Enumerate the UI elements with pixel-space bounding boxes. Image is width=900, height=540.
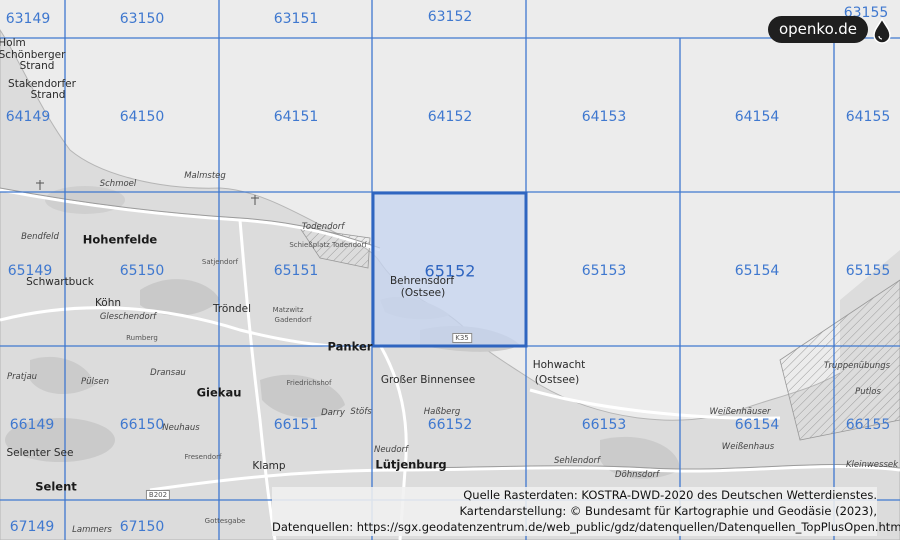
place-label-schiessplatz: Schießplatz Todendorf (289, 240, 367, 249)
place-label-lammers: Lammers (72, 525, 112, 536)
drop-icon (873, 17, 891, 44)
place-label-behrensdorf: Behrensdorf (389, 274, 455, 287)
place-label-ruhlberg: Rumberg (126, 333, 158, 342)
place-label-luetjenburg: Lütjenburg (375, 457, 447, 472)
place-label-strand2: Strand (30, 88, 66, 101)
place-label-hassberg: Haßberg (423, 407, 461, 418)
place-label-schmoel: Schmoel (99, 179, 137, 190)
place-label-hohenfelde: Hohenfelde (82, 232, 158, 247)
place-label-panker: Panker (327, 339, 373, 354)
place-label-koehn: Köhn (94, 296, 122, 309)
place-label-malmsteg: Malmsteg (184, 171, 226, 182)
attribution-line-1: Quelle Rasterdaten: KOSTRA-DWD-2020 des … (463, 488, 877, 502)
attribution-line-3[interactable]: Datenquellen: https://sgx.geodatenzentru… (272, 519, 900, 535)
place-label-gadendorf: Gadendorf (274, 315, 312, 324)
openko-logo[interactable]: openko.de (768, 16, 868, 43)
place-label-schwartbuck: Schwartbuck (26, 275, 94, 288)
place-label-truppenuebungs: Truppenübungs (823, 361, 891, 372)
place-label-friedrichshof: Friedrichshof (286, 378, 332, 387)
place-label-grosser_binnensee: Großer Binnensee (380, 373, 476, 386)
place-label-selenter_see: Selenter See (6, 446, 74, 459)
place-label-weissenhaeuser: Weißenhäuser (709, 407, 771, 418)
place-label-neudorf: Neudorf (373, 445, 409, 456)
base-map (0, 0, 900, 540)
place-label-bendfeld: Bendfeld (21, 232, 59, 243)
map-view[interactable]: 63149 63150 63151 63152 63155 64149 64150 64151… (0, 0, 900, 540)
place-label-darry: Darry (321, 408, 345, 419)
place-label-sehlendorf: Sehlendorf (553, 456, 601, 467)
attribution: Quelle Rasterdaten: KOSTRA-DWD-2020 des … (272, 487, 900, 536)
place-label-fresendorf: Fresendorf (184, 452, 222, 461)
place-label-neuhaus: Neuhaus (162, 423, 200, 434)
place-label-stoefs: Stöfs (350, 407, 372, 418)
place-label-holm: Holm (0, 36, 26, 49)
road-label-k35: K35 (452, 332, 472, 344)
place-label-kleinwessek: Kleinwessek (845, 460, 899, 471)
place-label-dransau: Dransau (150, 368, 186, 379)
place-label-putlos: Putlos (855, 387, 881, 398)
place-label-doehnsdorf: Döhnsdorf (614, 470, 660, 481)
place-label-selent: Selent (35, 479, 77, 494)
road-label-b202: B202 (145, 489, 171, 501)
place-label-matzwitz: Matzwitz (272, 305, 304, 314)
place-label-gottesgabe: Gottesgabe (204, 516, 246, 525)
place-label-weissenhaus: Weißenhaus (721, 442, 775, 453)
place-label-pratjau: Pratjau (6, 372, 38, 383)
selected-tile-fill (373, 193, 526, 346)
place-label-puelsen: Pülsen (81, 377, 109, 388)
place-label-gleschendorf: Gleschendorf (99, 312, 157, 323)
place-label-todendorf: Todendorf (301, 222, 345, 233)
place-label-giekau: Giekau (196, 385, 242, 400)
place-label-strand1: Strand (19, 59, 55, 72)
place-label-satjendorf: Satjendorf (201, 257, 239, 266)
place-label-hohwacht: Hohwacht (532, 358, 586, 371)
place-label-ostsee1: (Ostsee) (400, 286, 446, 299)
place-label-troendel: Tröndel (212, 302, 252, 315)
attribution-line-2: Kartendarstellung: © Bundesamt für Karto… (459, 504, 877, 518)
place-label-klamp: Klamp (252, 459, 286, 472)
place-label-ostsee2: (Ostsee) (534, 373, 580, 386)
